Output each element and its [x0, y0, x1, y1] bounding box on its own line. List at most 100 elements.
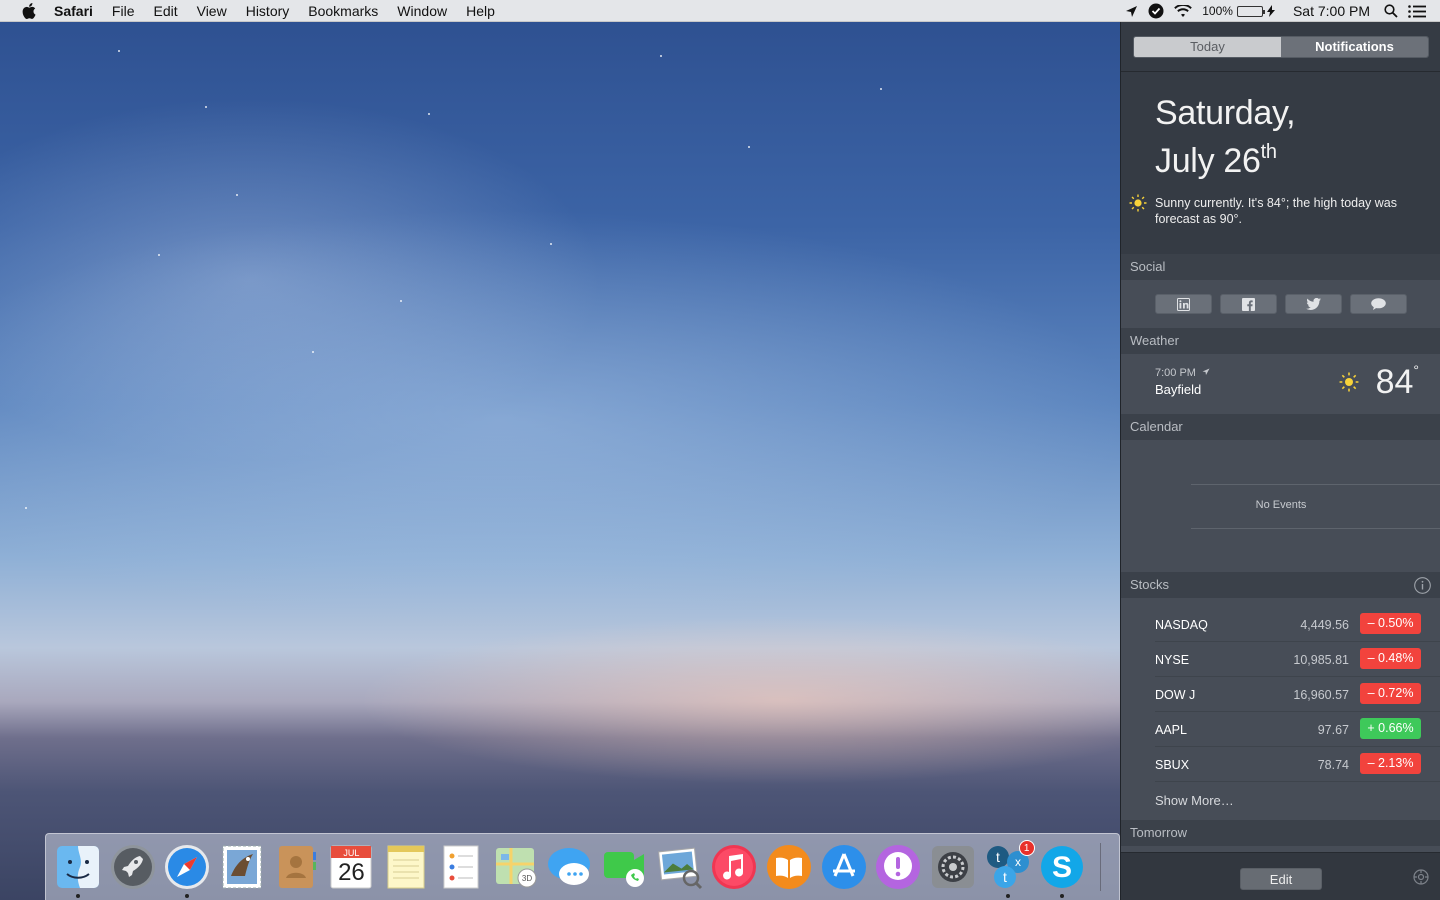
svg-text:t: t — [1003, 869, 1007, 885]
location-arrow-icon[interactable] — [1125, 5, 1138, 18]
svg-text:t: t — [996, 849, 1000, 865]
stock-row[interactable]: NYSE 10,985.81 – 0.48% — [1155, 642, 1440, 677]
stock-price: 10,985.81 — [1293, 653, 1349, 667]
menu-edit[interactable]: Edit — [144, 0, 187, 22]
stock-price: 78.74 — [1317, 758, 1349, 772]
linkedin-button[interactable] — [1155, 294, 1212, 314]
stocks-widget: NASDAQ 4,449.56 – 0.50% NYSE 10,985.81 –… — [1121, 598, 1440, 820]
header-divider — [1121, 71, 1440, 72]
dock-finder[interactable] — [55, 844, 101, 898]
dock-itunes[interactable] — [711, 844, 757, 890]
dock-mail[interactable] — [219, 844, 265, 890]
svg-text:x: x — [1015, 855, 1021, 869]
twitter-button[interactable] — [1285, 294, 1342, 314]
stock-change-badge[interactable]: + 0.66% — [1360, 718, 1421, 739]
linkedin-icon — [1177, 297, 1190, 311]
dock: JUL 26 3D txt 1 S — [45, 833, 1120, 900]
stock-symbol: SBUX — [1155, 758, 1190, 772]
stock-row[interactable]: DOW J 16,960.57 – 0.72% — [1155, 677, 1440, 712]
gear-icon[interactable] — [1413, 869, 1429, 890]
spotlight-search-icon[interactable] — [1384, 4, 1398, 18]
menu-window[interactable]: Window — [388, 0, 457, 22]
dock-launchpad[interactable] — [110, 844, 156, 890]
messages-icon — [1371, 298, 1386, 310]
stocks-show-more-link[interactable]: Show More… — [1155, 793, 1234, 808]
apple-menu-icon[interactable] — [18, 2, 40, 19]
menu-clock[interactable]: Sat 7:00 PM — [1293, 3, 1370, 19]
reminders-list-icon — [443, 845, 479, 889]
notes-pad-icon — [387, 845, 425, 889]
menu-history[interactable]: History — [236, 0, 299, 22]
running-indicator — [185, 894, 190, 898]
wifi-icon[interactable] — [1174, 4, 1193, 18]
stock-change-badge[interactable]: – 0.48% — [1360, 648, 1421, 669]
running-indicator — [1005, 894, 1010, 898]
calendar-divider-bottom — [1191, 528, 1440, 529]
stock-symbol: NYSE — [1155, 653, 1190, 667]
dock-reminders[interactable] — [438, 844, 484, 890]
weather-widget[interactable]: 7:00 PM Bayfield 84° — [1121, 354, 1440, 414]
battery-icon — [1236, 5, 1265, 17]
notification-center-panel: Today Notifications Saturday, July 26th … — [1120, 22, 1440, 900]
dock-messages[interactable] — [547, 844, 593, 890]
battery-status[interactable]: 100% — [1202, 4, 1265, 18]
edit-widgets-button[interactable]: Edit — [1240, 868, 1322, 890]
dock-skype[interactable]: S — [1039, 844, 1085, 898]
stock-price: 4,449.56 — [1300, 618, 1349, 632]
menu-file[interactable]: File — [102, 0, 144, 22]
dock-contacts[interactable] — [274, 844, 320, 890]
messages-share-button[interactable] — [1350, 294, 1407, 314]
today-summary: Sunny currently. It's 84°; the high toda… — [1155, 196, 1398, 226]
facetime-camera-icon — [603, 852, 644, 887]
social-widget — [1121, 280, 1440, 328]
safari-compass-icon — [165, 845, 210, 889]
mail-stamp-icon — [222, 845, 262, 889]
menu-extras: 100% Sat 7:00 PM — [1125, 0, 1440, 22]
maps-icon: 3D — [495, 848, 536, 888]
stocks-section-title: Stocks — [1121, 572, 1440, 598]
weather-time: 7:00 PM — [1155, 367, 1210, 379]
system-preferences-gear-icon — [932, 846, 974, 888]
facebook-button[interactable] — [1220, 294, 1277, 314]
feedback-exclamation-icon — [876, 845, 921, 889]
calendar-icon-day: 26 — [338, 859, 365, 886]
weather-sun-icon — [1339, 372, 1359, 397]
preview-photos-icon — [657, 847, 702, 890]
dock-app-store[interactable] — [821, 844, 867, 890]
stock-change-badge[interactable]: – 0.72% — [1360, 683, 1421, 704]
stock-symbol: NASDAQ — [1155, 618, 1208, 632]
menu-bookmarks[interactable]: Bookmarks — [299, 0, 388, 22]
stock-price: 97.67 — [1317, 723, 1349, 737]
dock-twitter-client[interactable]: txt 1 — [985, 840, 1035, 898]
checkmark-shield-icon[interactable] — [1148, 3, 1164, 19]
battery-percent: 100% — [1202, 4, 1233, 18]
notification-center-list-icon[interactable] — [1408, 4, 1426, 18]
menu-app-safari[interactable]: Safari — [54, 0, 102, 22]
menu-help[interactable]: Help — [457, 0, 505, 22]
dock-feedback[interactable] — [875, 844, 921, 890]
calendar-section-title: Calendar — [1121, 414, 1440, 440]
calendar-widget: No Events — [1121, 440, 1440, 572]
calendar-no-events: No Events — [1255, 499, 1307, 511]
dock-safari[interactable] — [164, 844, 210, 898]
dock-maps[interactable]: 3D — [493, 844, 539, 890]
today-date: Saturday, July 26th — [1155, 94, 1296, 181]
date-month-day: July 26th — [1155, 141, 1277, 180]
dock-preview[interactable] — [657, 844, 703, 890]
menu-view[interactable]: View — [187, 0, 236, 22]
dock-calendar[interactable]: JUL 26 — [328, 844, 374, 890]
stock-change-badge[interactable]: – 2.13% — [1360, 753, 1421, 774]
dock-ibooks[interactable] — [766, 844, 812, 890]
stock-change-badge[interactable]: – 0.50% — [1360, 613, 1421, 634]
skype-icon: S — [1041, 846, 1084, 888]
dock-facetime[interactable] — [602, 844, 648, 890]
tab-notifications[interactable]: Notifications — [1281, 37, 1428, 57]
ibooks-book-icon — [766, 845, 811, 889]
stock-row[interactable]: AAPL 97.67 + 0.66% — [1155, 712, 1440, 747]
tab-today[interactable]: Today — [1134, 37, 1281, 57]
stock-row[interactable]: NASDAQ 4,449.56 – 0.50% — [1155, 607, 1440, 642]
dock-system-preferences[interactable] — [930, 844, 976, 890]
stock-row[interactable]: SBUX 78.74 – 2.13% — [1155, 747, 1440, 782]
svg-text:S: S — [1052, 851, 1072, 884]
dock-notes[interactable] — [383, 844, 429, 890]
